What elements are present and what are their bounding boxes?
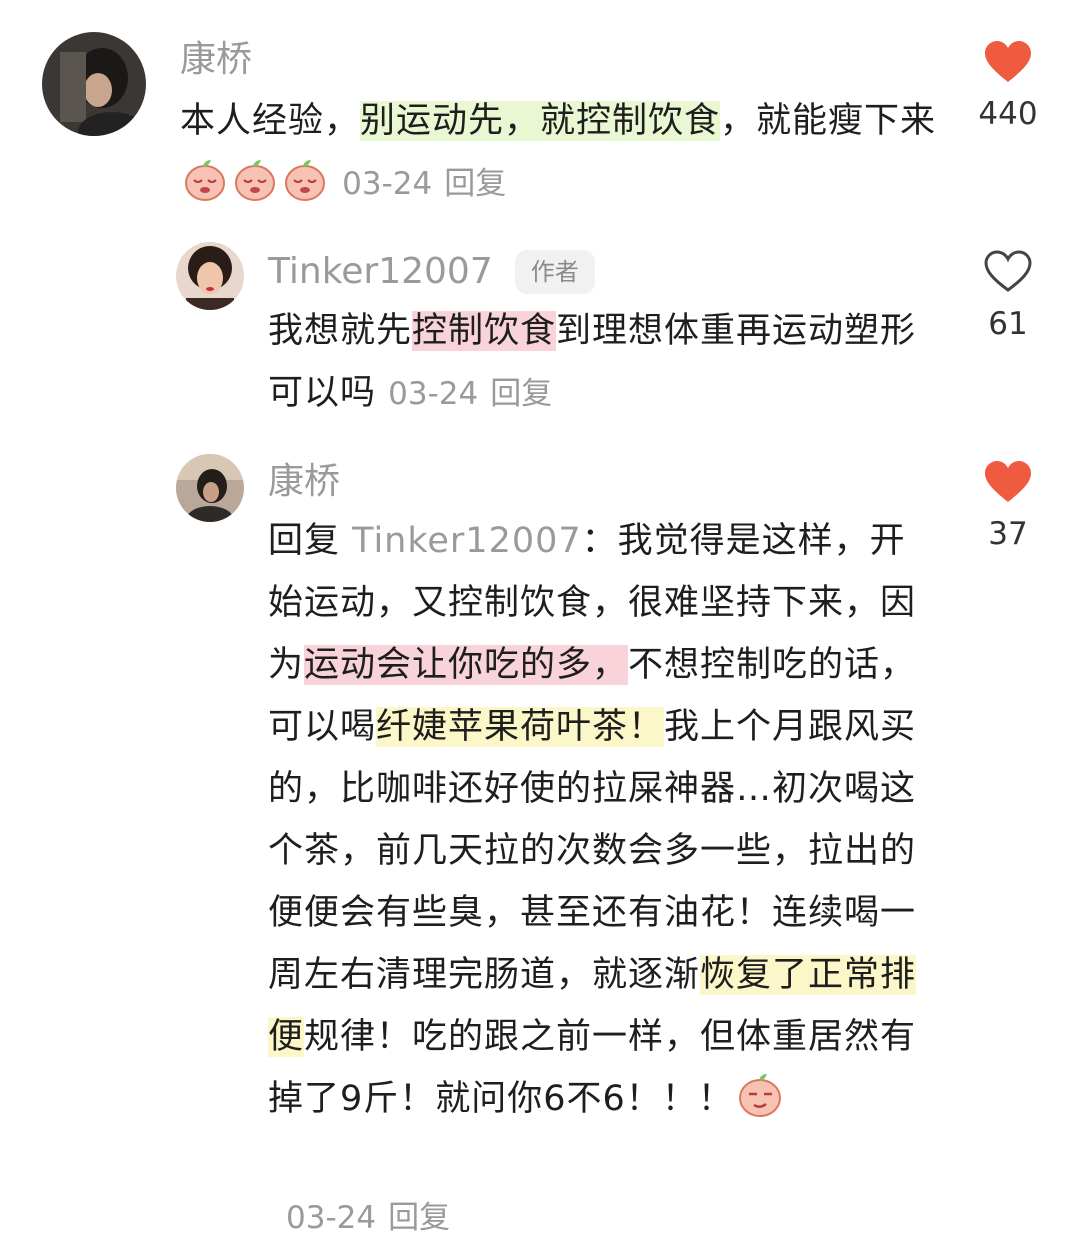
reply-prefix: 回复	[268, 521, 341, 561]
like-count: 37	[988, 516, 1028, 552]
comment-text: 本人经验，别运动先，就控制饮食，就能瘦下来 03-24 回复	[180, 90, 950, 222]
like-button[interactable]: 37	[968, 460, 1048, 552]
heart-filled-icon	[985, 461, 1031, 502]
username[interactable]: 康桥	[268, 460, 340, 504]
text-segment: 规律！吃的跟之前一样，但体重居然有掉了9斤！就问你6不6！！！	[268, 1017, 917, 1119]
comment-text: 我想就先控制饮食到理想体重再运动塑形可以吗 03-24 回复	[268, 300, 928, 425]
peach-smirk-face-icon	[737, 1072, 783, 1138]
comment-date: 03-24	[388, 376, 479, 412]
comment-date: 03-24	[286, 1200, 377, 1236]
comment-1: 康桥 本人经验，别运动先，就控制饮食，就能瘦下来 03-24 回复 440	[0, 0, 1080, 220]
avatar[interactable]	[176, 454, 244, 522]
comment-3: 康桥 回复 Tinker12007：我觉得是这样，开始运动，又控制饮食，很难坚持…	[0, 440, 1080, 1256]
comment-text: 回复 Tinker12007：我觉得是这样，开始运动，又控制饮食，很难坚持下来，…	[268, 510, 918, 1138]
peach-sad-face-icon	[283, 158, 327, 222]
reply-button[interactable]: 回复	[388, 1200, 450, 1236]
highlight-pink: 运动会让你吃的多，	[304, 645, 629, 685]
comment-date: 03-24	[342, 166, 433, 202]
text-segment: 本人经验，	[180, 101, 361, 141]
text-segment: ，就能瘦下来	[720, 101, 937, 141]
comment-meta: 03-24 回复	[388, 376, 552, 412]
comment-meta: 03-24 回复	[342, 166, 506, 202]
like-count: 440	[978, 96, 1038, 132]
text-segment: 我上个月跟风买的，比咖啡还好使的拉屎神器…初次喝这个茶，前几天拉的次数会多一些，…	[268, 707, 917, 995]
highlight-green: 别运动先，就控制饮食	[360, 101, 721, 141]
reply-to-username[interactable]: Tinker12007	[352, 521, 582, 561]
highlight-yellow: 纤婕苹果荷叶茶！	[376, 707, 665, 747]
comment-2: Tinker12007 作者 我想就先控制饮食到理想体重再运动塑形可以吗 03-2…	[0, 220, 1080, 440]
username[interactable]: Tinker12007	[268, 251, 493, 292]
peach-sad-face-icon	[233, 158, 277, 222]
heart-filled-icon	[985, 41, 1031, 82]
avatar[interactable]	[42, 32, 146, 136]
username[interactable]: 康桥	[180, 38, 252, 82]
reply-button[interactable]: 回复	[490, 376, 552, 412]
peach-sad-face-icon	[183, 158, 227, 222]
like-button[interactable]: 61	[968, 250, 1048, 342]
highlight-pink: 控制饮食	[412, 311, 557, 351]
author-badge: 作者	[514, 250, 595, 294]
comment-meta: 03-24 回复	[286, 1196, 450, 1240]
text-segment: 我想就先	[268, 311, 413, 351]
reply-button[interactable]: 回复	[444, 166, 506, 202]
like-count: 61	[988, 306, 1028, 342]
username-row: Tinker12007 作者	[268, 250, 595, 294]
avatar[interactable]	[176, 242, 244, 310]
like-button[interactable]: 440	[968, 40, 1048, 132]
heart-outline-icon	[984, 250, 1032, 292]
